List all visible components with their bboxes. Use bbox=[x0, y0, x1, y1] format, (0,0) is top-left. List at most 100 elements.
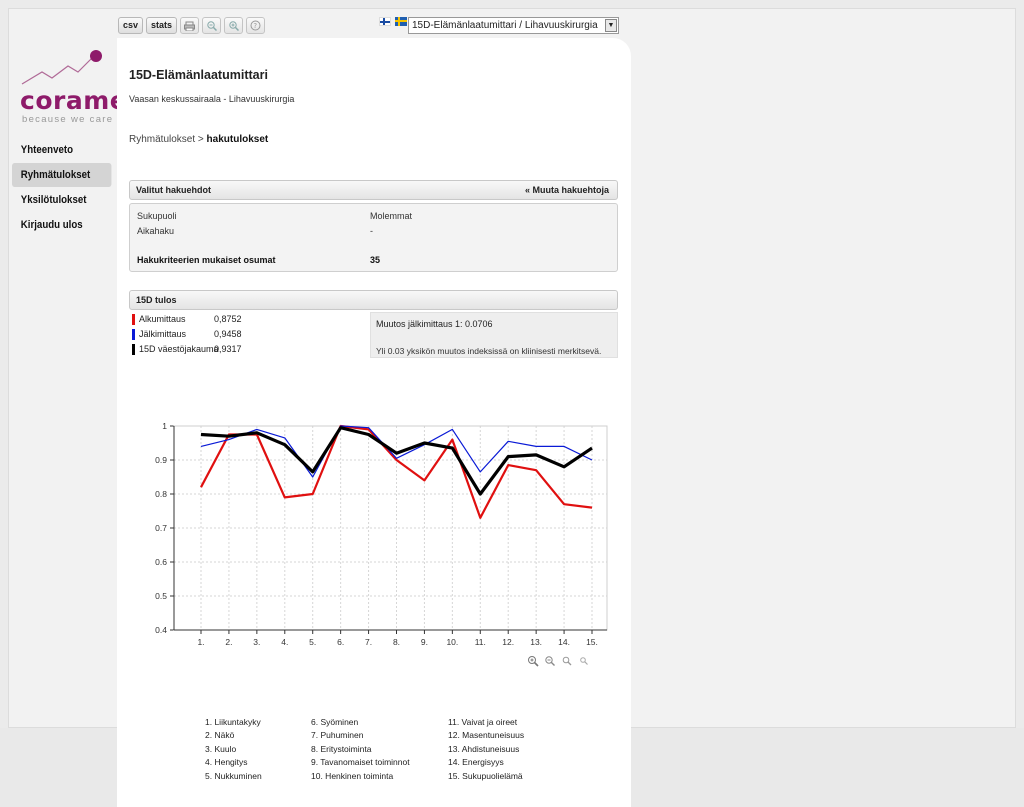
dimension-name: 13. Ahdistuneisuus bbox=[448, 743, 520, 754]
criteria-header: Valitut hakuehdot « Muuta hakuehtoja bbox=[129, 180, 618, 200]
zoom-in-icon[interactable] bbox=[544, 655, 556, 667]
result-header-title: 15D tulos bbox=[136, 295, 177, 305]
nav-item-yhteenveto[interactable]: Yhteenveto bbox=[12, 138, 100, 162]
legend-label: Alkumittaus bbox=[139, 314, 186, 324]
breadcrumb-separator: > bbox=[195, 134, 207, 145]
y-tick-label: 1 bbox=[162, 421, 167, 431]
page-subtitle: Vaasan keskussairaala - Lihavuuskirurgia bbox=[129, 94, 295, 104]
change-criteria-link[interactable]: « Muuta hakuehtoja bbox=[525, 181, 609, 199]
dimension-name: 11. Vaivat ja oireet bbox=[448, 717, 518, 727]
toolbar: csv stats ? bbox=[118, 17, 266, 35]
breadcrumb: Ryhmätulokset > hakutulokset bbox=[129, 134, 268, 145]
result-header: 15D tulos bbox=[129, 290, 618, 310]
change-text: Muutos jälkimittaus 1: 0.0706 bbox=[376, 319, 493, 329]
svg-text:?: ? bbox=[253, 22, 257, 30]
logo-tagline: because we care bbox=[22, 114, 114, 125]
sidebar-nav: Yhteenveto Ryhmätulokset Yksilötulokset … bbox=[12, 138, 112, 238]
y-tick-label: 0.5 bbox=[155, 591, 167, 601]
zoom-out-small-icon[interactable] bbox=[578, 655, 590, 667]
dimension-name: 6. Syöminen bbox=[311, 717, 359, 727]
y-tick-label: 0.7 bbox=[155, 523, 167, 533]
criteria-body: Sukupuoli Molemmat Aikahaku - Hakukritee… bbox=[129, 203, 618, 272]
stats-button[interactable]: stats bbox=[146, 17, 178, 34]
sweden-flag-icon[interactable] bbox=[395, 17, 407, 26]
x-tick-label: 5. bbox=[309, 637, 316, 647]
dimension-name: 7. Puhuminen bbox=[311, 730, 364, 741]
x-tick-label: 7. bbox=[365, 637, 372, 647]
x-tick-label: 12. bbox=[502, 637, 514, 647]
legend-value: 0,9317 bbox=[214, 344, 242, 354]
legend-value: 0,9458 bbox=[214, 329, 242, 339]
dimension-name: 2. Näkö bbox=[205, 730, 235, 741]
x-tick-label: 15. bbox=[586, 637, 598, 647]
zoom-out-icon[interactable] bbox=[202, 17, 222, 34]
dimension-name: 10. Henkinen toiminta bbox=[311, 770, 394, 781]
chart-zoom-controls bbox=[527, 655, 590, 667]
legend-swatch-blue bbox=[132, 329, 135, 340]
logo-wordmark: corame bbox=[20, 86, 128, 115]
zoom-out-icon[interactable] bbox=[561, 655, 573, 667]
x-tick-label: 2. bbox=[225, 637, 232, 647]
nav-item-ryhmatulokset[interactable]: Ryhmätulokset bbox=[12, 163, 112, 187]
x-tick-label: 1. bbox=[197, 637, 204, 647]
matches-label: Hakukriteerien mukaiset osumat bbox=[137, 255, 276, 265]
x-tick-label: 4. bbox=[281, 637, 288, 647]
dimension-name: 5. Nukkuminen bbox=[205, 770, 262, 781]
finland-flag-icon[interactable] bbox=[379, 17, 391, 26]
y-tick-label: 0.9 bbox=[155, 455, 167, 465]
dimension-name: 3. Kuulo bbox=[205, 743, 237, 754]
dimension-name: 12. Masentuneisuus bbox=[448, 730, 525, 741]
language-flags bbox=[379, 17, 407, 26]
x-tick-label: 13. bbox=[530, 637, 542, 647]
dimension-name: 8. Eritystoiminta bbox=[311, 743, 372, 754]
result-line-chart: 0.40.50.60.70.80.911. 2. 3. 4. 5. 6. 7. 8. 9. 10.… bbox=[155, 421, 608, 647]
zoom-in-icon[interactable] bbox=[224, 17, 244, 34]
print-icon[interactable] bbox=[180, 17, 200, 34]
dimension-name: 4. Hengitys bbox=[205, 757, 248, 768]
y-tick-label: 0.8 bbox=[155, 489, 167, 499]
criteria-value-gender: Molemmat bbox=[370, 211, 413, 221]
change-info-box: Muutos jälkimittaus 1: 0.0706 Yli 0.03 y… bbox=[370, 312, 618, 358]
legend-swatch-black bbox=[132, 344, 135, 355]
criteria-value-timerange: - bbox=[370, 226, 373, 236]
y-tick-label: 0.4 bbox=[155, 625, 167, 635]
x-tick-label: 10. bbox=[446, 637, 458, 647]
x-tick-label: 9. bbox=[421, 637, 428, 647]
significance-note: Yli 0.03 yksikön muutos indeksissä on kl… bbox=[376, 346, 602, 356]
legend-label: Jälkimittaus bbox=[139, 329, 187, 339]
dimension-name: 14. Energisyys bbox=[448, 757, 504, 768]
dimension-name: 15. Sukupuolielämä bbox=[448, 770, 523, 781]
criteria-header-title: Valitut hakuehdot bbox=[136, 185, 212, 195]
survey-select-value: 15D-Elämänlaatumittari / Lihavuuskirurgi… bbox=[412, 20, 598, 31]
logo-graph-icon bbox=[21, 50, 102, 85]
x-tick-label: 6. bbox=[337, 637, 344, 647]
matches-value: 35 bbox=[370, 255, 381, 265]
dimension-list-col3: 11. Vaivat ja oireet 12. Masentuneisuus … bbox=[448, 716, 524, 783]
criteria-label-timerange: Aikahaku bbox=[137, 226, 175, 236]
x-tick-label: 14. bbox=[558, 637, 570, 647]
x-tick-label: 11. bbox=[475, 637, 486, 647]
legend-swatch-red bbox=[132, 314, 135, 325]
legend-label: 15D väestöjakauma bbox=[139, 344, 219, 354]
survey-select[interactable]: 15D-Elämänlaatumittari / Lihavuuskirurgi… bbox=[408, 17, 619, 34]
dimension-name: 1. Liikuntakyky bbox=[205, 717, 261, 727]
main-content-panel: 15D-Elämänlaatumittari Vaasan keskussair… bbox=[117, 38, 631, 807]
help-icon[interactable]: ? bbox=[246, 17, 266, 34]
nav-item-kirjaudu-ulos[interactable]: Kirjaudu ulos bbox=[12, 213, 100, 237]
page-title: 15D-Elämänlaatumittari bbox=[129, 68, 268, 82]
criteria-label-gender: Sukupuoli bbox=[137, 211, 177, 221]
x-tick-label: 8. bbox=[393, 637, 400, 647]
csv-button[interactable]: csv bbox=[118, 17, 144, 34]
zoom-in-large-icon[interactable] bbox=[527, 655, 539, 667]
dimension-name: 9. Tavanomaiset toiminnot bbox=[311, 757, 410, 768]
breadcrumb-current: hakutulokset bbox=[206, 134, 269, 145]
dimension-list-col1: 1. Liikuntakyky 2. Näkö 3. Kuulo 4. Heng… bbox=[205, 716, 262, 783]
legend-value: 0,8752 bbox=[214, 314, 242, 324]
corame-logo[interactable]: corame because we care bbox=[20, 48, 127, 128]
dimension-list-col2: 6. Syöminen 7. Puhuminen 8. Eritystoimin… bbox=[311, 716, 410, 783]
breadcrumb-parent[interactable]: Ryhmätulokset bbox=[129, 134, 195, 145]
nav-item-yksilotulokset[interactable]: Yksilötulokset bbox=[12, 188, 100, 212]
y-tick-label: 0.6 bbox=[155, 557, 167, 567]
chevron-down-icon: ▼ bbox=[605, 19, 617, 32]
x-tick-label: 3. bbox=[253, 637, 260, 647]
